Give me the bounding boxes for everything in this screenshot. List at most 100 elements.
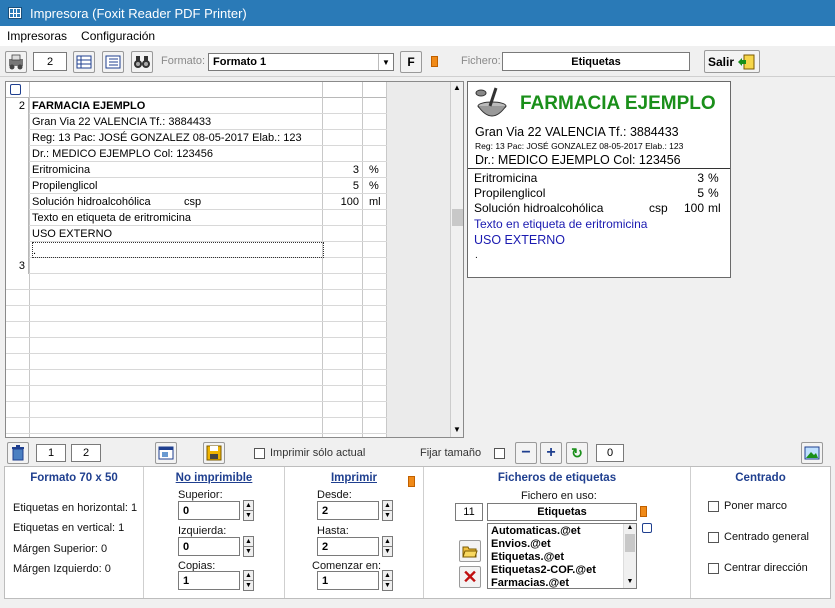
- table-row-empty[interactable]: [6, 354, 387, 370]
- table-row[interactable]: Texto en etiqueta de eritromicina: [6, 210, 387, 226]
- row-text[interactable]: Eritromicina: [32, 162, 322, 178]
- file-list-item[interactable]: Etiquetas.@et: [491, 551, 564, 564]
- refresh-button[interactable]: ↻: [566, 442, 588, 464]
- file-scroll-up-icon[interactable]: ▲: [624, 524, 636, 534]
- page-from-field[interactable]: 1: [36, 444, 66, 462]
- zoom-out-button[interactable]: −: [515, 442, 537, 464]
- file-field[interactable]: Etiquetas: [502, 52, 690, 71]
- file-list[interactable]: Automaticas.@et Envios.@et Etiquetas.@et Et…: [487, 523, 637, 589]
- table-row-empty[interactable]: [6, 418, 387, 434]
- delete-file-button[interactable]: ✕: [459, 566, 481, 588]
- copies-field[interactable]: 2: [33, 52, 67, 71]
- files-orange-marker[interactable]: [640, 506, 647, 517]
- file-list-item[interactable]: Etiquetas2-COF.@et: [491, 564, 596, 577]
- table-row-empty[interactable]: [6, 290, 387, 306]
- table-row-empty[interactable]: [6, 274, 387, 290]
- comenzar-field[interactable]: 1: [317, 571, 379, 590]
- page-to-field[interactable]: 2: [71, 444, 101, 462]
- hasta-field[interactable]: 2: [317, 537, 379, 556]
- scroll-up-icon[interactable]: ▲: [451, 82, 463, 94]
- file-list-scrollbar[interactable]: ▲ ▼: [623, 524, 636, 588]
- table-row-empty[interactable]: [6, 402, 387, 418]
- table-row[interactable]: Eritromicina 3%: [6, 162, 387, 178]
- file-scroll-thumb[interactable]: [625, 534, 635, 552]
- save-button[interactable]: [203, 442, 225, 464]
- file-list-item[interactable]: Envios.@et: [491, 538, 551, 551]
- table-row-empty[interactable]: [6, 306, 387, 322]
- row-text[interactable]: Solución hidroalcohólica: [32, 194, 322, 210]
- delete-button[interactable]: [7, 442, 29, 464]
- table-row[interactable]: USO EXTERNO: [6, 226, 387, 242]
- orange-marker[interactable]: [431, 56, 438, 67]
- preview-item: Eritromicina 3%: [474, 171, 724, 186]
- superior-field[interactable]: 0: [178, 501, 240, 520]
- superior-spinner[interactable]: ▲ ▼: [243, 500, 254, 521]
- row-text[interactable]: FARMACIA EJEMPLO: [32, 98, 322, 114]
- file-scroll-down-icon[interactable]: ▼: [624, 578, 636, 588]
- row-quantity[interactable]: 5: [324, 178, 362, 194]
- table-row[interactable]: Reg: 13 Pac: JOSÉ GONZALEZ 08-05-2017 El…: [6, 130, 387, 146]
- fix-size-checkbox[interactable]: [494, 448, 505, 459]
- izquierda-field[interactable]: 0: [178, 537, 240, 556]
- comenzar-spinner[interactable]: ▲ ▼: [382, 570, 393, 591]
- scroll-down-icon[interactable]: ▼: [451, 424, 463, 436]
- row-quantity[interactable]: 3: [324, 162, 362, 178]
- row-text[interactable]: Gran Via 22 VALENCIA Tf.: 3884433: [32, 114, 322, 130]
- file-list-item[interactable]: Automaticas.@et: [491, 525, 581, 538]
- grid-scrollbar[interactable]: ▲ ▼: [450, 82, 463, 437]
- window-icon: [158, 446, 174, 460]
- row-quantity[interactable]: 100: [324, 194, 362, 210]
- grid-layout-button[interactable]: [73, 51, 95, 73]
- frame-checkbox[interactable]: [708, 501, 719, 512]
- table-row[interactable]: Gran Via 22 VALENCIA Tf.: 3884433: [6, 114, 387, 130]
- trash-icon: [12, 445, 24, 461]
- f-button[interactable]: F: [400, 51, 422, 73]
- desde-field[interactable]: 2: [317, 501, 379, 520]
- table-row-empty[interactable]: [6, 386, 387, 402]
- center-general-checkbox[interactable]: [708, 532, 719, 543]
- format-select[interactable]: Formato 1 ▼: [208, 53, 394, 71]
- table-row[interactable]: Propilenglicol 5%: [6, 178, 387, 194]
- current-file-field[interactable]: Etiquetas: [487, 503, 637, 521]
- table-row-empty[interactable]: [6, 338, 387, 354]
- exit-button[interactable]: Salir: [704, 50, 760, 73]
- table-row[interactable]: .: [6, 242, 387, 258]
- table-row[interactable]: Solución hidroalcohólica csp 100 ml: [6, 194, 387, 210]
- table-row[interactable]: 2 FARMACIA EJEMPLO: [6, 98, 387, 114]
- table-row-empty[interactable]: [6, 370, 387, 386]
- copias-spinner[interactable]: ▲ ▼: [243, 570, 254, 591]
- file-list-item[interactable]: Farmacias.@et: [491, 577, 569, 590]
- menu-configuracion[interactable]: Configuración: [74, 29, 162, 43]
- label-grid[interactable]: 2 FARMACIA EJEMPLO Gran Via 22 VALENCIA Tf…: [5, 81, 464, 438]
- row-text[interactable]: [32, 258, 322, 274]
- row-text[interactable]: Reg: 13 Pac: JOSÉ GONZALEZ 08-05-2017 El…: [32, 130, 322, 146]
- print-orange-marker[interactable]: [408, 476, 415, 487]
- copias-field[interactable]: 1: [178, 571, 240, 590]
- copy-window-button[interactable]: [155, 442, 177, 464]
- list-layout-button[interactable]: [102, 51, 124, 73]
- table-row-empty[interactable]: [6, 322, 387, 338]
- table-row[interactable]: 3: [6, 258, 387, 274]
- scroll-thumb[interactable]: [452, 209, 463, 226]
- files-small-checkbox[interactable]: [642, 523, 652, 533]
- grid-select-all[interactable]: [10, 84, 21, 95]
- izquierda-spinner[interactable]: ▲ ▼: [243, 536, 254, 557]
- zoom-in-button[interactable]: +: [540, 442, 562, 464]
- chevron-down-icon[interactable]: ▼: [378, 54, 393, 70]
- search-button[interactable]: [131, 51, 153, 73]
- center-address-checkbox[interactable]: [708, 563, 719, 574]
- hasta-spinner[interactable]: ▲ ▼: [382, 536, 393, 557]
- desde-spinner[interactable]: ▲ ▼: [382, 500, 393, 521]
- print-current-checkbox[interactable]: [254, 448, 265, 459]
- image-button[interactable]: [801, 442, 823, 464]
- menu-impresoras[interactable]: Impresoras: [0, 29, 74, 43]
- row-text[interactable]: .: [32, 242, 324, 258]
- size-field[interactable]: 0: [596, 444, 624, 462]
- printer-settings-button[interactable]: [5, 51, 27, 73]
- row-text[interactable]: Dr.: MEDICO EJEMPLO Col: 123456: [32, 146, 322, 162]
- row-text[interactable]: USO EXTERNO: [32, 226, 322, 242]
- row-text[interactable]: Propilenglicol: [32, 178, 322, 194]
- open-folder-button[interactable]: [459, 540, 481, 562]
- table-row[interactable]: Dr.: MEDICO EJEMPLO Col: 123456: [6, 146, 387, 162]
- row-text[interactable]: Texto en etiqueta de eritromicina: [32, 210, 322, 226]
